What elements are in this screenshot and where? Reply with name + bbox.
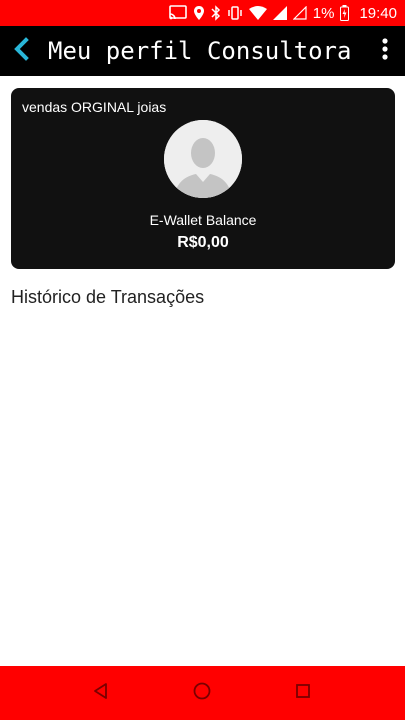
store-name: vendas ORGINAL joias — [22, 99, 167, 115]
nav-home-button[interactable] — [187, 678, 217, 708]
bluetooth-icon — [211, 5, 221, 21]
status-bar: 1% 19:40 — [0, 0, 405, 26]
battery-percent: 1% — [312, 4, 335, 22]
chevron-left-icon — [13, 36, 31, 66]
signal-icon — [272, 6, 287, 20]
home-circle-icon — [192, 681, 212, 706]
wifi-icon — [248, 6, 267, 20]
nav-back-button[interactable] — [86, 678, 116, 708]
navigation-bar — [0, 666, 405, 720]
battery-charging-icon — [340, 5, 350, 21]
overflow-menu-button[interactable] — [375, 37, 395, 65]
back-triangle-icon — [92, 682, 110, 705]
wallet-card: vendas ORGINAL joias E-Wallet Balance R$… — [11, 88, 395, 269]
app-bar: Meu perfil Consultora — [0, 26, 405, 76]
balance-value: R$0,00 — [177, 234, 229, 251]
more-vert-icon — [381, 37, 389, 66]
page-title: Meu perfil Consultora — [48, 37, 352, 65]
balance-label: E-Wallet Balance — [149, 212, 257, 228]
transactions-title: Histórico de Transações — [11, 287, 205, 307]
recents-square-icon — [294, 682, 312, 705]
status-icons: 1% 19:40 — [168, 0, 397, 26]
status-time: 19:40 — [359, 4, 397, 22]
back-button[interactable] — [8, 35, 36, 67]
vibrate-icon — [227, 5, 243, 21]
signal-empty-icon — [292, 6, 307, 20]
nav-recents-button[interactable] — [288, 678, 318, 708]
location-icon — [193, 5, 205, 21]
avatar[interactable] — [164, 120, 242, 198]
person-placeholder-icon — [164, 120, 242, 198]
cast-icon — [168, 5, 187, 21]
